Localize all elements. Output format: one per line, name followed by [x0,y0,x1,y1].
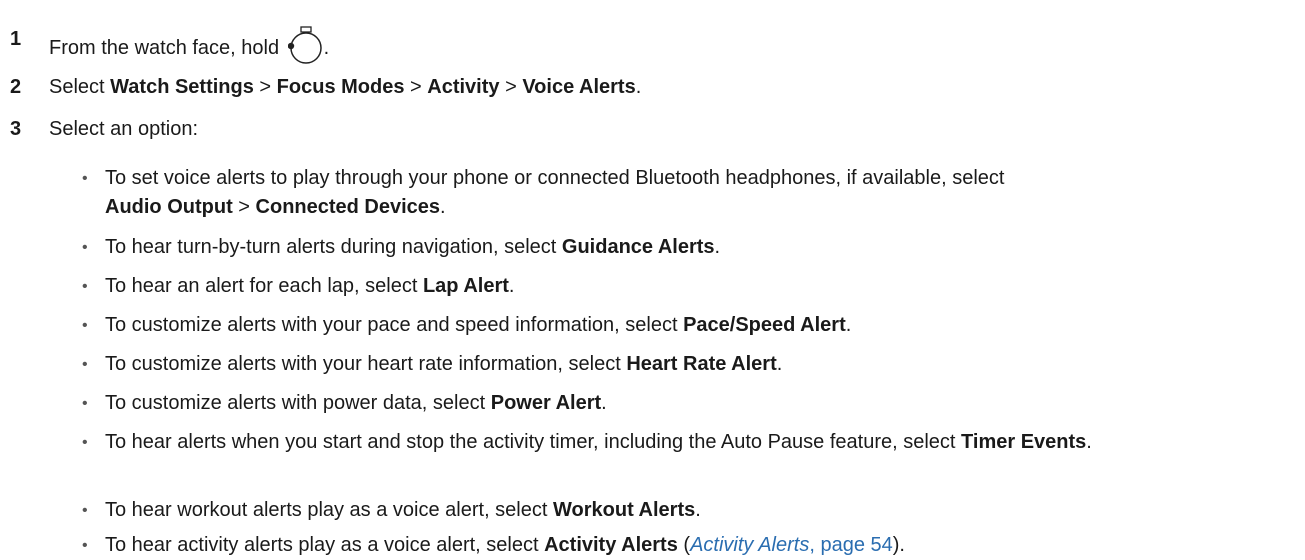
list-item-text: To customize alerts with power data, sel… [105,392,607,414]
bullet-icon: • [82,278,88,295]
menu-item-voice-alerts: Voice Alerts [522,76,636,98]
list-item-text: To set voice alerts to play through your… [105,167,1005,218]
list-item-text: To hear an alert for each lap, select La… [105,275,515,297]
option-workout-alerts: Workout Alerts [553,499,696,521]
option-lap-alert: Lap Alert [422,275,509,297]
menu-item-activity: Activity [427,76,500,98]
watch-button-icon [287,26,324,66]
option-power-alert: Power Alert [490,392,602,414]
list-item-text: To customize alerts with your pace and s… [105,314,852,336]
activity-alerts-link[interactable]: Activity Alerts [690,534,809,556]
bullet-icon: • [82,239,88,256]
step-number: 3 [10,118,22,140]
bullet-icon: • [82,502,88,519]
list-item-text: To customize alerts with your heart rate… [105,353,783,375]
step-text: From the watch face, hold . [49,26,329,66]
step-text-after: . [635,76,642,98]
list-item-text: To hear turn-by-turn alerts during navig… [105,236,721,258]
option-activity-alerts: Activity Alerts [544,534,678,556]
separator: > [404,76,428,98]
option-pace-speed-alert: Pace/Speed Alert [683,314,846,336]
bullet-icon: • [82,395,88,412]
bullet-icon: • [82,317,88,334]
step-number: 1 [10,28,22,50]
bullet-icon: • [82,356,88,373]
bullet-icon: • [82,537,88,554]
bullet-icon: • [82,170,88,187]
list-item-text: To hear workout alerts play as a voice a… [105,499,701,521]
list-item-text: To hear activity alerts play as a voice … [105,534,905,556]
step-text-after: . [323,37,330,59]
option-connected-devices: Connected Devices [255,196,441,218]
bullet-icon: • [82,434,88,451]
option-heart-rate-alert: Heart Rate Alert [626,353,777,375]
option-guidance-alerts: Guidance Alerts [561,236,715,258]
step-number: 2 [10,76,22,98]
step-text: Select an option: [49,118,198,140]
menu-item-watch-settings: Watch Settings [110,76,254,98]
list-item-text: To hear alerts when you start and stop t… [105,431,1092,453]
menu-item-focus-modes: Focus Modes [276,76,405,98]
separator: > [253,76,277,98]
page-reference-link[interactable]: , page 54 [809,534,892,556]
option-audio-output: Audio Output [105,196,233,218]
step-text-before: Select [49,76,111,98]
separator: > [499,76,523,98]
step-text-before: From the watch face, hold [49,37,280,59]
option-timer-events: Timer Events [961,431,1087,453]
step-text: Select Watch Settings > Focus Modes > Ac… [49,74,641,100]
